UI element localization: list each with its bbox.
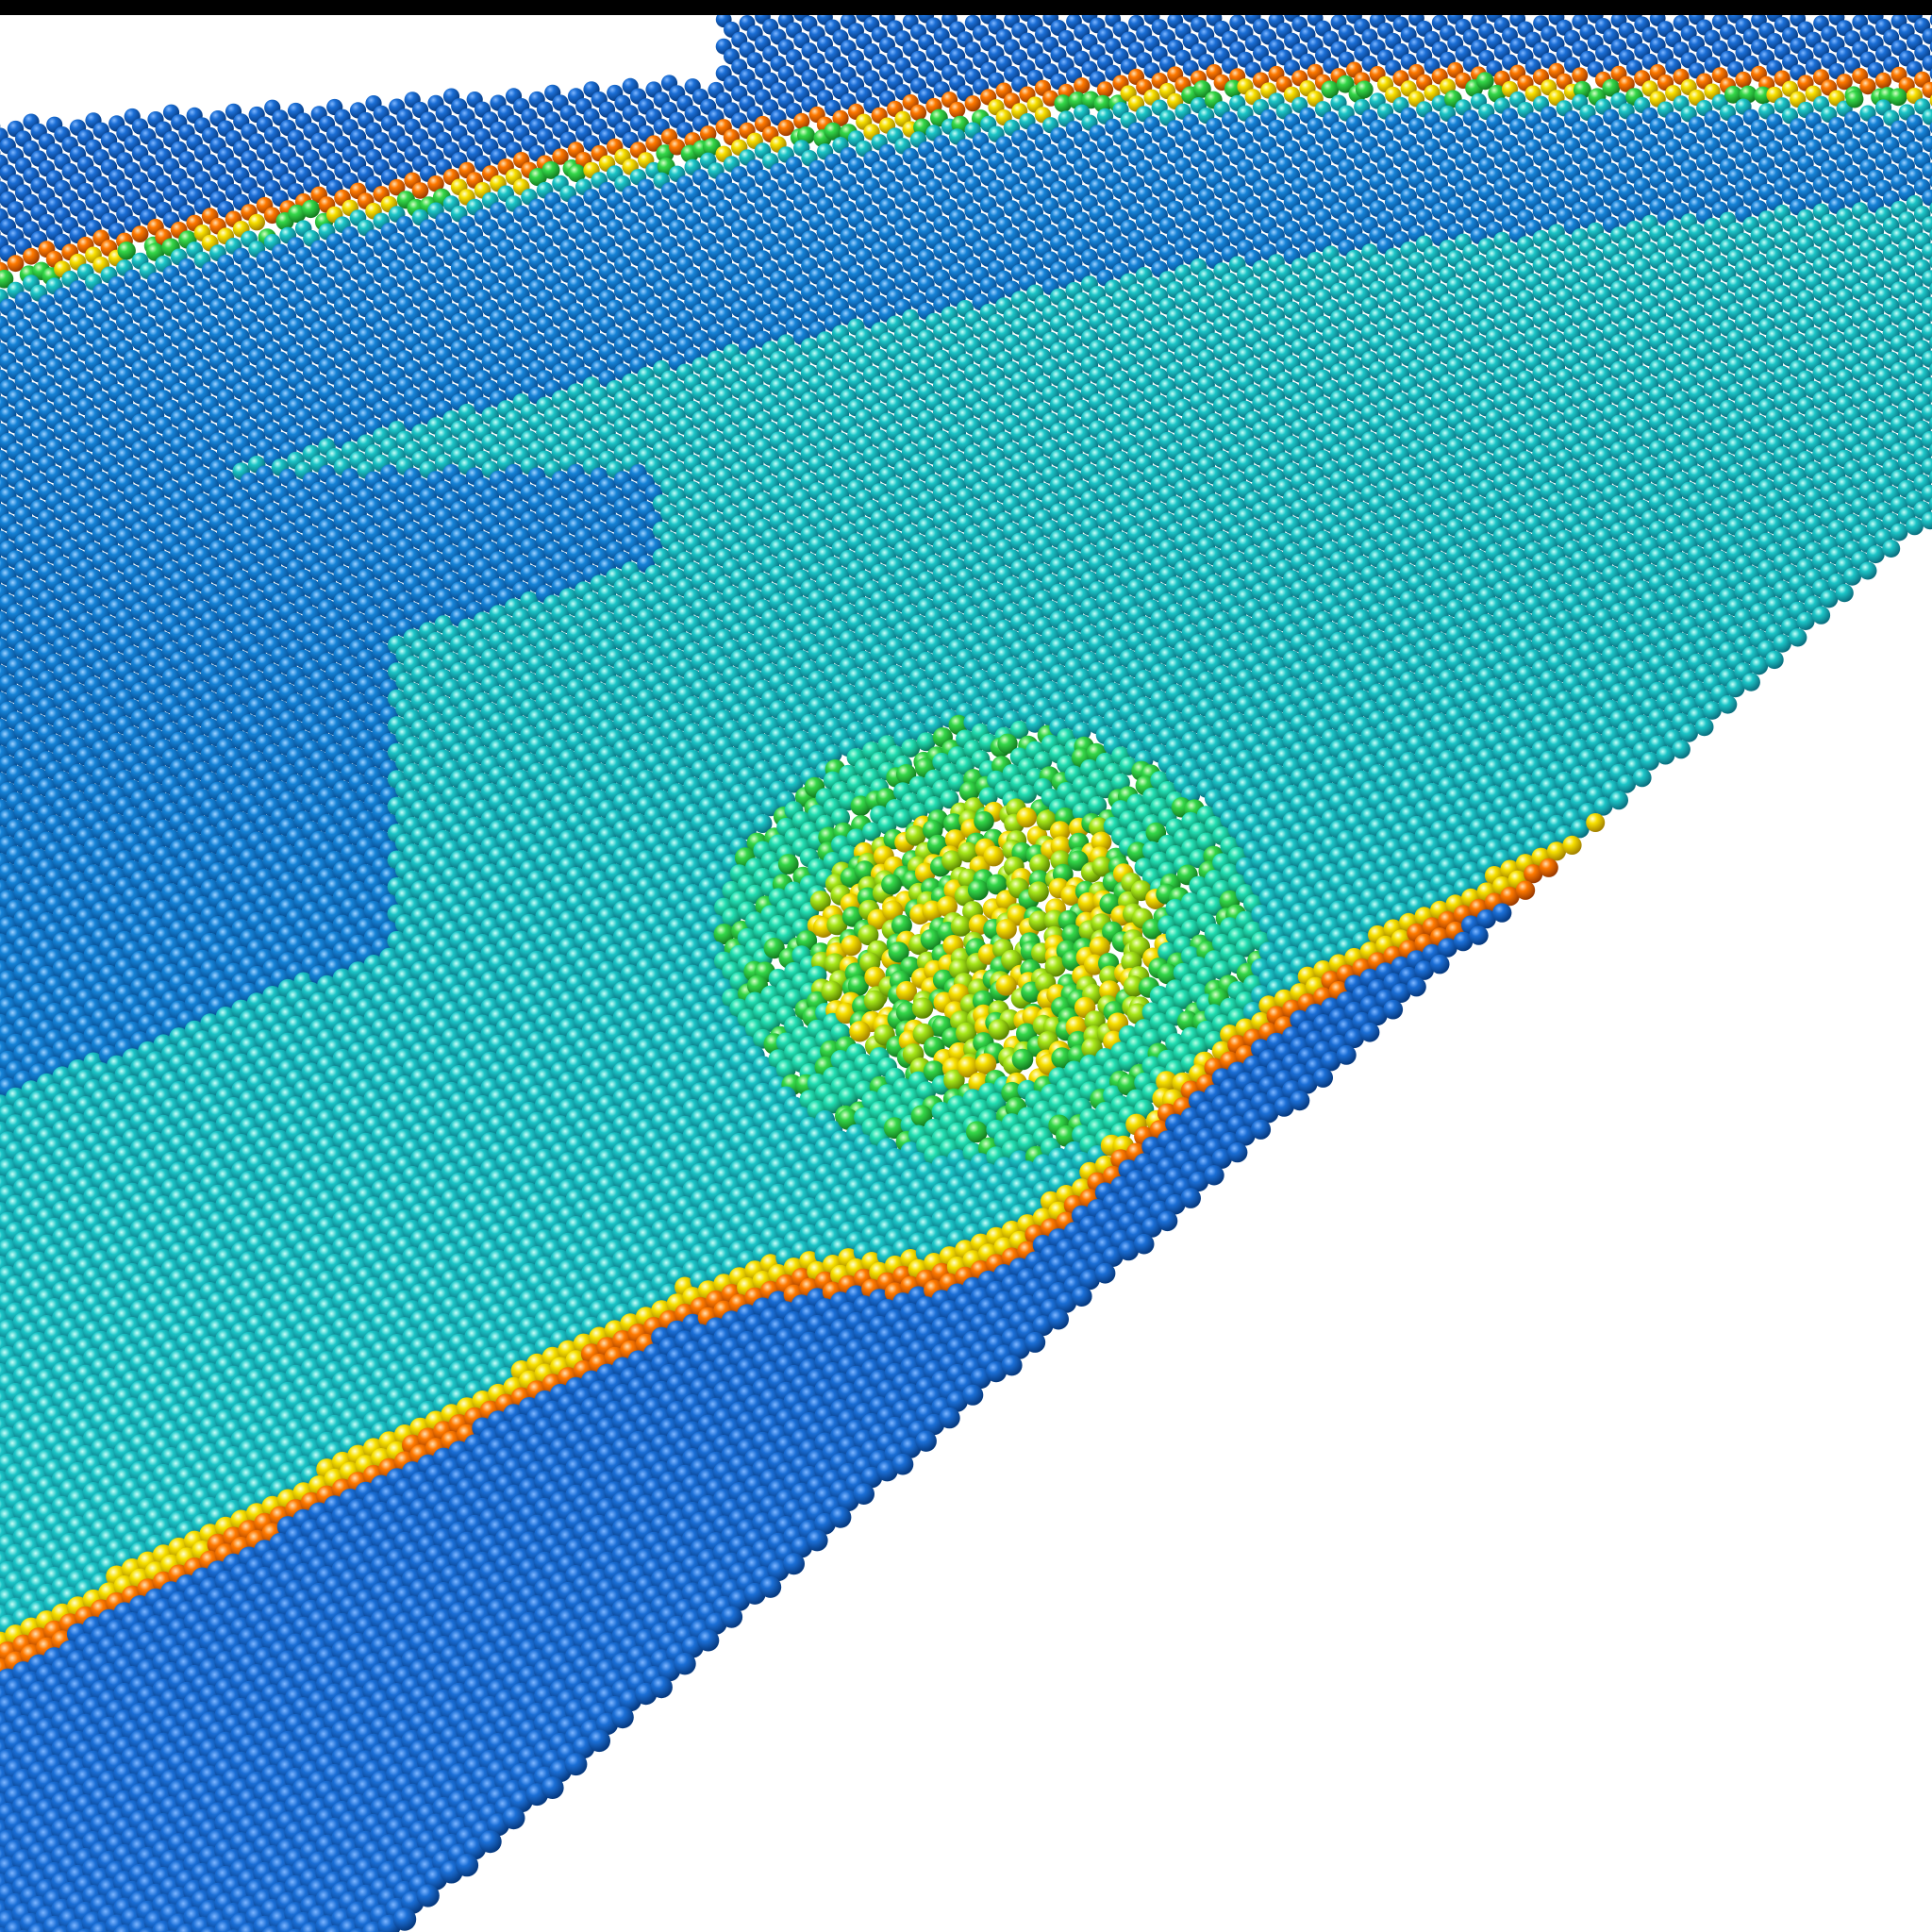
atom	[411, 182, 429, 199]
atom	[301, 199, 320, 219]
atom	[909, 104, 927, 121]
atom	[131, 225, 149, 242]
atom	[1572, 67, 1589, 84]
atom	[949, 101, 966, 119]
atom	[1889, 88, 1907, 107]
atom	[23, 247, 40, 265]
atom	[1735, 71, 1752, 89]
atom	[1355, 80, 1374, 99]
atom	[1845, 90, 1864, 108]
atom	[1074, 77, 1091, 94]
atom-surface-render	[0, 5, 1932, 1932]
top-frame-bar	[0, 0, 1932, 15]
atom	[1874, 72, 1892, 89]
atom-lattice	[0, 5, 1932, 1932]
atom	[248, 213, 266, 231]
atom	[964, 95, 981, 112]
atom	[1096, 81, 1114, 98]
